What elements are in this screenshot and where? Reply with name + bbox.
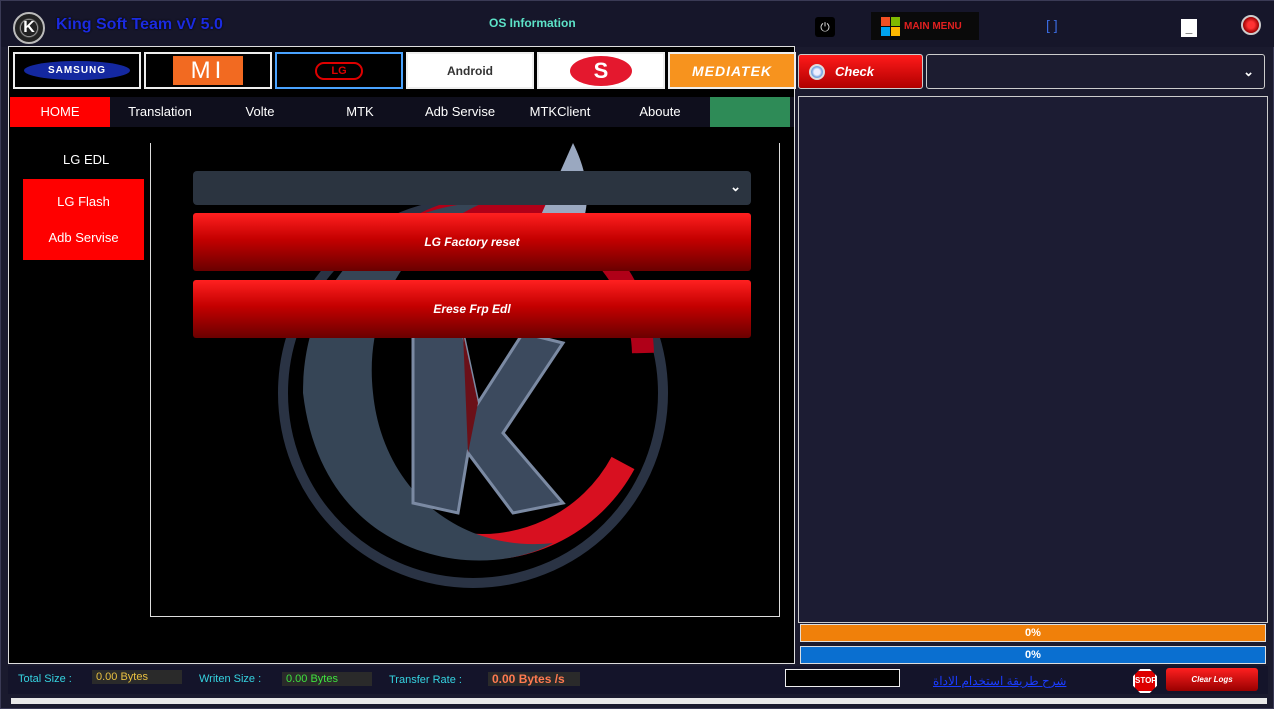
progress-bar-secondary: 0% bbox=[800, 646, 1266, 664]
left-panel: SAMSUNG MI LG Android S MEDIATEK HOME Tr… bbox=[8, 46, 796, 664]
tab-mtk[interactable]: MTK bbox=[310, 97, 410, 127]
erase-frp-edl-button[interactable]: Erese Frp Edl bbox=[193, 280, 751, 338]
stop-sign-icon[interactable]: STOP bbox=[1133, 669, 1157, 693]
lg-factory-reset-button[interactable]: LG Factory reset bbox=[193, 213, 751, 271]
bottom-border bbox=[11, 698, 1267, 704]
os-information-link[interactable]: OS Information bbox=[489, 16, 576, 30]
android-logo: Android bbox=[447, 63, 493, 78]
tab-mtkclient[interactable]: MTKClient bbox=[510, 97, 610, 127]
log-area[interactable] bbox=[798, 96, 1268, 623]
tab-translation[interactable]: Translation bbox=[110, 97, 210, 127]
minimize-button[interactable]: _ bbox=[1181, 19, 1197, 37]
status-progress-box bbox=[785, 669, 900, 687]
magnifier-icon bbox=[809, 63, 825, 80]
app-logo-icon: K bbox=[13, 12, 45, 44]
writen-size-value: 0.00 Bytes bbox=[282, 672, 372, 686]
total-size-value: 0.00 Bytes bbox=[92, 670, 182, 684]
transfer-rate-label: Transfer Rate : bbox=[389, 674, 462, 686]
sidebar-title: LG EDL bbox=[63, 152, 110, 167]
power-icon[interactable]: ⏻ bbox=[815, 17, 835, 37]
brand-lg-button[interactable]: LG bbox=[275, 52, 403, 89]
main-menu-button[interactable]: MAIN MENU bbox=[871, 12, 979, 40]
tab-volte[interactable]: Volte bbox=[210, 97, 310, 127]
writen-size-label: Writen Size : bbox=[199, 673, 262, 685]
qualcomm-logo: S bbox=[570, 55, 632, 86]
check-label: Check bbox=[835, 64, 875, 79]
windows-logo-icon bbox=[881, 16, 900, 36]
close-button[interactable] bbox=[1241, 15, 1261, 35]
app-title: King Soft Team vV 5.0 bbox=[56, 16, 223, 33]
maximize-button[interactable]: [ ] bbox=[1046, 17, 1058, 33]
brand-mediatek-button[interactable]: MEDIATEK bbox=[668, 52, 796, 89]
lg-logo: LG bbox=[315, 61, 363, 80]
mediatek-logo: MEDIATEK bbox=[691, 62, 773, 79]
brand-qualcomm-button[interactable]: S bbox=[537, 52, 665, 89]
transfer-rate-value: 0.00 Bytes /s bbox=[488, 672, 580, 686]
brand-android-button[interactable]: Android bbox=[406, 52, 534, 89]
main-menu-label: MAIN MENU bbox=[904, 20, 962, 32]
usage-tutorial-link[interactable]: شرح طريقة استخدام الاداة bbox=[933, 674, 1066, 688]
brand-xiaomi-button[interactable]: MI bbox=[144, 52, 272, 89]
progress-bar-primary: 0% bbox=[800, 624, 1266, 642]
check-button[interactable]: Check bbox=[798, 54, 923, 89]
content-panel: ⌄ LG Factory reset Erese Frp Edl bbox=[150, 143, 780, 617]
tab-extra[interactable] bbox=[710, 97, 790, 127]
total-size-label: Total Size : bbox=[18, 673, 72, 685]
status-bar: Total Size : 0.00 Bytes Writen Size : 0.… bbox=[8, 666, 1268, 694]
sidebar-menu: LG Flash Adb Servise bbox=[23, 179, 144, 260]
tab-adb-servise[interactable]: Adb Servise bbox=[410, 97, 510, 127]
chevron-down-icon: ⌄ bbox=[1243, 64, 1254, 79]
brand-samsung-button[interactable]: SAMSUNG bbox=[13, 52, 141, 89]
nav-bar: HOME Translation Volte MTK Adb Servise M… bbox=[10, 97, 794, 127]
port-select[interactable]: ⌄ bbox=[926, 54, 1265, 89]
tab-aboute[interactable]: Aboute bbox=[610, 97, 710, 127]
sidebar-item-lg-flash[interactable]: LG Flash bbox=[57, 194, 110, 209]
clear-logs-button[interactable]: Clear Logs bbox=[1166, 668, 1258, 691]
app-window: K King Soft Team vV 5.0 OS Information ⏻… bbox=[0, 0, 1274, 709]
title-bar: K King Soft Team vV 5.0 OS Information ⏻… bbox=[1, 1, 1274, 47]
brand-bar: SAMSUNG MI LG Android S MEDIATEK bbox=[13, 52, 796, 89]
samsung-logo: SAMSUNG bbox=[23, 61, 131, 80]
chevron-down-icon: ⌄ bbox=[730, 179, 741, 194]
xiaomi-logo: MI bbox=[173, 56, 243, 85]
device-model-select[interactable]: ⌄ bbox=[193, 171, 751, 205]
sidebar-item-adb-servise[interactable]: Adb Servise bbox=[48, 230, 118, 245]
tab-home[interactable]: HOME bbox=[10, 97, 110, 127]
